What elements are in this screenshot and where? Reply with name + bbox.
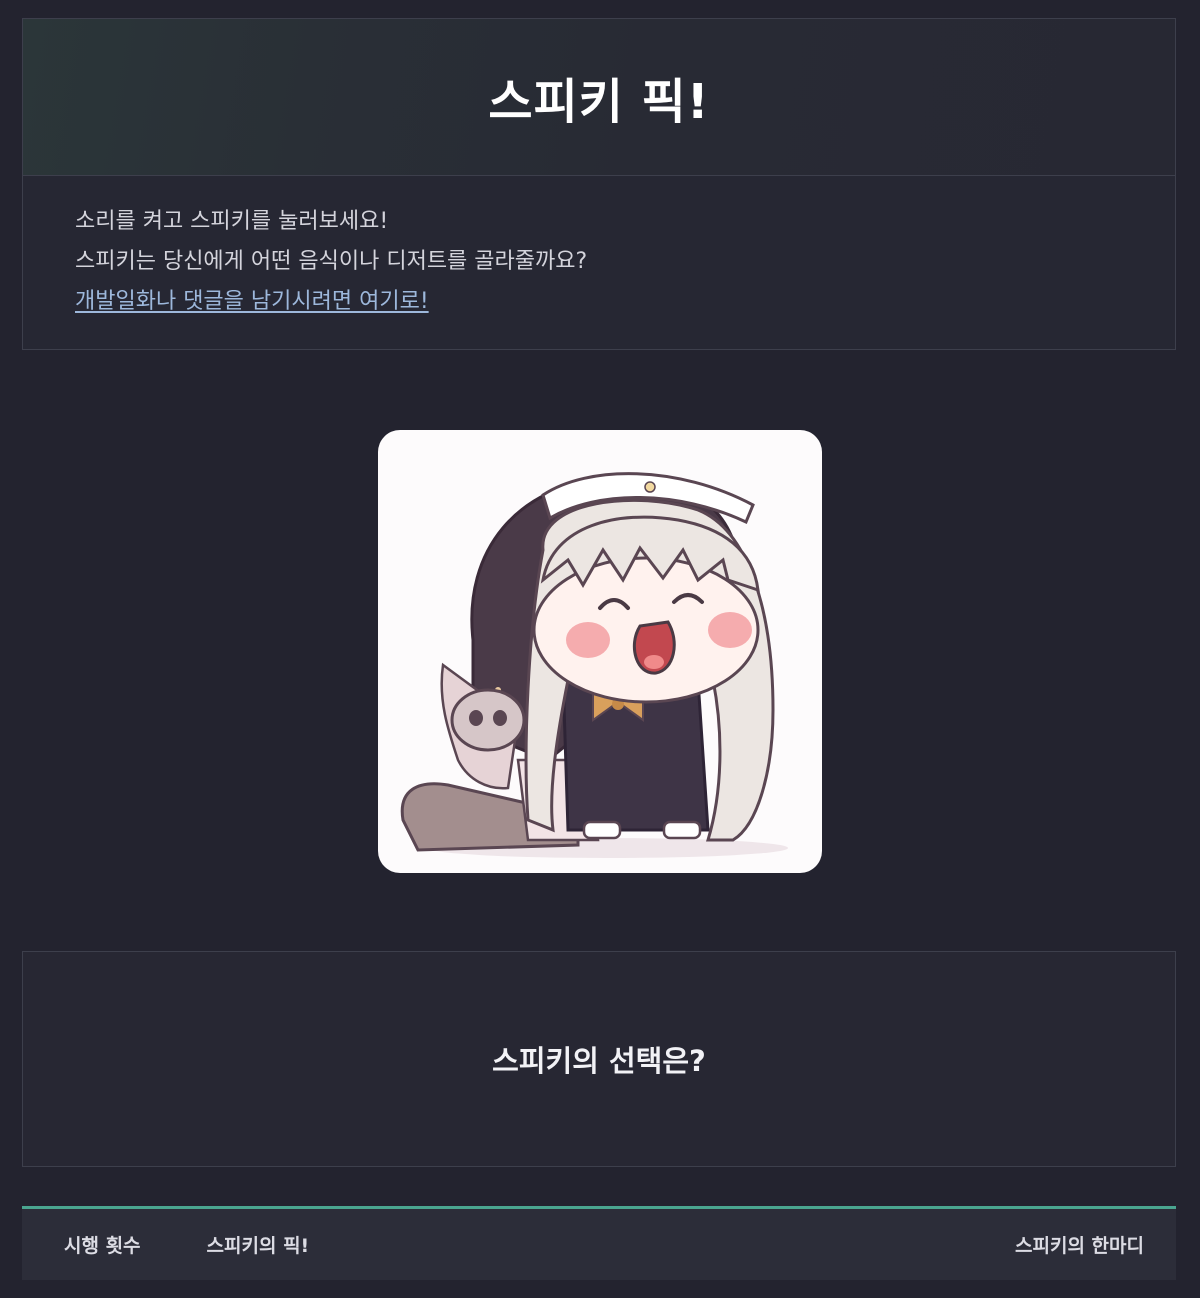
result-title: 스피키의 선택은? [492,1044,706,1078]
bottom-tab-bar: 시행 횟수 스피키의 픽! 스피키의 한마디 [22,1206,1176,1280]
tab-speaky-comment[interactable]: 스피키의 한마디 [1015,1231,1144,1258]
result-card: 스피키의 선택은? [22,951,1176,1167]
header-card: 스피키 픽! 소리를 켜고 스피키를 눌러보세요! 스피키는 당신에게 어떤 음… [22,18,1176,350]
page-title: 스피키 픽! [488,74,710,130]
intro-text: 소리를 켜고 스피키를 눌러보세요! 스피키는 당신에게 어떤 음식이나 디저트… [23,176,1175,322]
intro-line-2: 스피키는 당신에게 어떤 음식이나 디저트를 골라줄까요? [75,249,588,274]
speaky-character-icon [400,472,788,858]
page: 스피키 픽! 소리를 켜고 스피키를 눌러보세요! 스피키는 당신에게 어떤 음… [0,0,1200,1298]
tab-speaky-pick[interactable]: 스피키의 픽! [207,1231,310,1258]
speaky-sticker-button[interactable] [378,430,822,873]
intro-line-3: 개발일화나 댓글을 남기시려면 여기로! [75,282,1175,322]
tab-trial-count[interactable]: 시행 횟수 [64,1231,141,1258]
title-banner: 스피키 픽! [23,19,1175,176]
intro-line-1: 소리를 켜고 스피키를 눌러보세요! [75,209,389,234]
comment-link[interactable]: 개발일화나 댓글을 남기시려면 여기로! [75,289,429,314]
